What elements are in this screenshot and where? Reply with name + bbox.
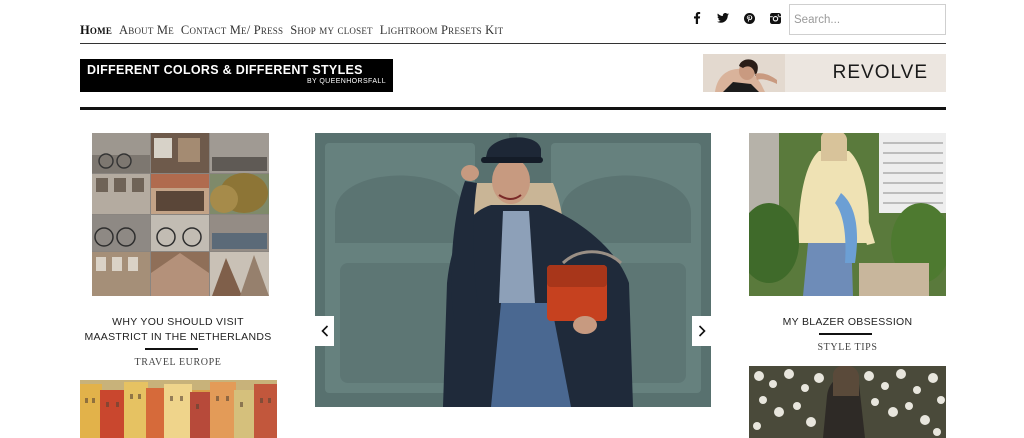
header-thick-divider: [80, 107, 946, 110]
nav-about-me[interactable]: About Me: [119, 23, 174, 38]
twitter-icon[interactable]: [710, 11, 736, 25]
social-links: [684, 11, 788, 25]
left-post-divider: [145, 348, 198, 350]
logo-subtitle: BY QUEENHORSFALL: [306, 78, 386, 85]
chevron-right-icon: [698, 325, 706, 337]
banner-model-image: [703, 54, 785, 92]
pinterest-icon[interactable]: [736, 11, 762, 25]
featured-slider-image[interactable]: [315, 133, 711, 407]
main-nav: Home About Me Contact Me/ Press Shop my …: [80, 23, 503, 38]
left-post-title[interactable]: WHY YOU SHOULD VISIT MAASTRICT IN THE NE…: [82, 315, 274, 345]
nav-home[interactable]: Home: [80, 23, 112, 38]
banner-brand: REVOLVE: [832, 62, 928, 83]
cinque-terre-image[interactable]: [80, 380, 277, 438]
search-box: [789, 4, 946, 35]
nav-lightroom-presets[interactable]: Lightroom Presets Kit: [380, 23, 504, 38]
nav-shop-closet[interactable]: Shop my closet: [290, 23, 373, 38]
floral-post-image[interactable]: [749, 366, 946, 438]
chevron-left-icon: [320, 325, 328, 337]
blazer-post-image[interactable]: [749, 133, 946, 296]
left-post-category[interactable]: TRAVEL EUROPE: [92, 357, 264, 368]
right-post-divider: [819, 333, 872, 335]
slider-prev-button[interactable]: [315, 316, 334, 346]
site-logo[interactable]: DIFFERENT COLORS & DIFFERENT STYLES BY Q…: [80, 59, 393, 92]
instagram-icon[interactable]: [762, 11, 788, 25]
right-post-category[interactable]: STYLE TIPS: [749, 342, 946, 353]
revolve-banner-ad[interactable]: REVOLVE: [703, 54, 946, 92]
right-post-title[interactable]: MY BLAZER OBSESSION: [749, 315, 946, 330]
nav-contact-press[interactable]: Contact Me/ Press: [181, 23, 283, 38]
slider-next-button[interactable]: [692, 316, 711, 346]
search-input[interactable]: [790, 5, 945, 34]
facebook-icon[interactable]: [684, 11, 710, 25]
header-divider: [80, 43, 946, 44]
maastricht-collage-image[interactable]: [92, 133, 269, 296]
logo-title: DIFFERENT COLORS & DIFFERENT STYLES: [87, 63, 363, 77]
